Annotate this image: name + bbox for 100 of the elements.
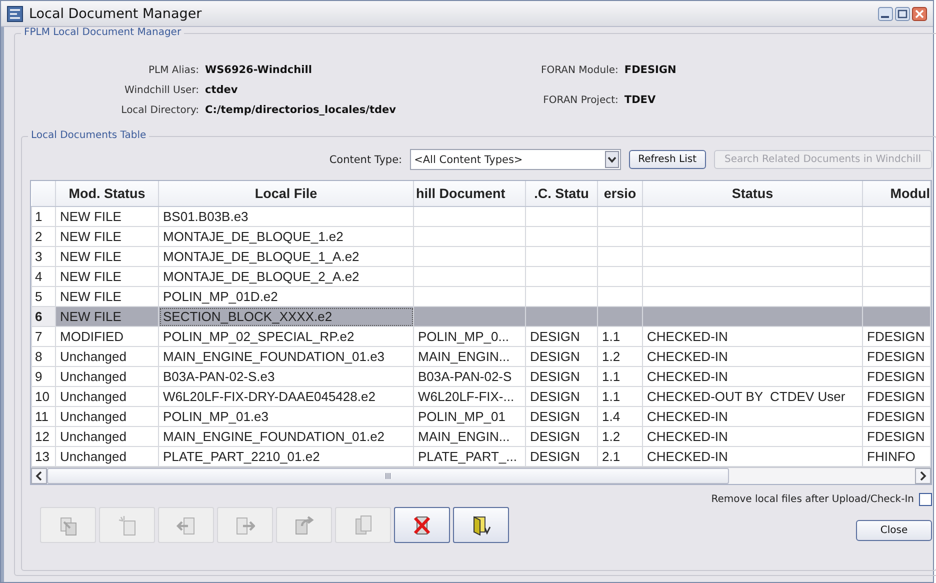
- row-number: 4: [32, 266, 56, 286]
- open-door-icon: [471, 514, 491, 536]
- content-type-dropdown[interactable]: <All Content Types>: [410, 149, 622, 170]
- table-cell: NEW FILE: [56, 266, 158, 286]
- table-cell: BS01.B03B.e3: [158, 206, 414, 226]
- table-cell: NEW FILE: [56, 206, 158, 226]
- column-header[interactable]: ersio: [598, 181, 642, 206]
- field-label: Local Directory:: [120, 105, 199, 116]
- column-header[interactable]: hill Document: [414, 181, 526, 206]
- field-value: C:/temp/directorios_locales/tdev: [205, 104, 397, 116]
- horizontal-scrollbar[interactable]: [31, 467, 931, 484]
- row-number: 10: [32, 386, 56, 406]
- table-cell: Unchanged: [56, 346, 158, 366]
- scroll-right-icon[interactable]: [915, 468, 931, 484]
- table-cell: 1.1: [598, 326, 642, 346]
- checkbox-label: Remove local files after Upload/Check-In: [711, 494, 914, 505]
- row-number: 11: [32, 406, 56, 426]
- table-cell: 1.4: [598, 406, 642, 426]
- table-cell: NEW FILE: [56, 246, 158, 266]
- table-cell: MAIN_ENGIN...: [414, 346, 526, 366]
- table-cell: MONTAJE_DE_BLOQUE_2_A.e2: [158, 266, 414, 286]
- column-header[interactable]: Mod. Status: [56, 181, 158, 206]
- checkbox[interactable]: [919, 493, 932, 506]
- row-number: 12: [32, 426, 56, 446]
- table-cell: DESIGN: [526, 426, 598, 446]
- column-header[interactable]: .C. Statu: [526, 181, 598, 206]
- upload-file-icon: [294, 514, 314, 536]
- field-value: WS6926-Windchill: [205, 64, 313, 76]
- row-number: 3: [32, 246, 56, 266]
- table-cell: POLIN_MP_0...: [414, 326, 526, 346]
- table-cell: CHECKED-IN: [642, 406, 862, 426]
- table-cell: Unchanged: [56, 366, 158, 386]
- table-cell: MONTAJE_DE_BLOQUE_1_A.e2: [158, 246, 414, 266]
- table-cell: CHECKED-OUT BY CTDEV User: [642, 386, 862, 406]
- row-number: 5: [32, 286, 56, 306]
- table-cell: B03A-PAN-02-S: [414, 366, 526, 386]
- row-number: 6: [32, 306, 56, 326]
- row-number: 13: [32, 446, 56, 466]
- table-cell: MAIN_ENGINE_FOUNDATION_01.e3: [158, 346, 414, 366]
- table-cell: CHECKED-IN: [642, 426, 862, 446]
- table-cell: Unchanged: [56, 406, 158, 426]
- row-number: 7: [32, 326, 56, 346]
- maximize-icon[interactable]: [895, 6, 910, 20]
- table-cell: POLIN_MP_01.e3: [158, 406, 414, 426]
- table-cell: Unchanged: [56, 426, 158, 446]
- table-cell: FDESIGN: [862, 346, 930, 366]
- close-button[interactable]: Close: [856, 520, 932, 541]
- table-cell: 1.2: [598, 426, 642, 446]
- toolbar-button[interactable]: [453, 507, 509, 543]
- table-cell: B03A-PAN-02-S.e3: [158, 366, 414, 386]
- row-number: 1: [32, 206, 56, 226]
- table-cell: 1.1: [598, 386, 642, 406]
- scroll-left-icon[interactable]: [31, 468, 47, 484]
- table-cell: MONTAJE_DE_BLOQUE_1.e2: [158, 226, 414, 246]
- group-title: Local Documents Table: [28, 130, 150, 141]
- import-file-icon: [176, 514, 196, 536]
- row-number: 9: [32, 366, 56, 386]
- table-cell: FDESIGN: [862, 406, 930, 426]
- table-cell: DESIGN: [526, 346, 598, 366]
- table-cell: FDESIGN: [862, 366, 930, 386]
- field-label: Windchill User:: [124, 85, 199, 96]
- table-cell: DESIGN: [526, 386, 598, 406]
- field-label: FORAN Project:: [542, 95, 618, 106]
- minimize-icon[interactable]: [878, 6, 893, 20]
- close-icon[interactable]: [912, 6, 927, 20]
- table-cell: 1.1: [598, 366, 642, 386]
- field-label: PLM Alias:: [147, 65, 199, 76]
- content-type-label: Content Type:: [329, 154, 402, 166]
- table-cell: Unchanged: [56, 386, 158, 406]
- table-cell: DESIGN: [526, 326, 598, 346]
- table-cell: CHECKED-IN: [642, 346, 862, 366]
- refresh-button[interactable]: Refresh List: [629, 150, 706, 169]
- table-cell: FDESIGN: [862, 386, 930, 406]
- export-file-icon: [235, 514, 255, 536]
- field-value: FDESIGN: [624, 64, 676, 76]
- table-cell: NEW FILE: [56, 306, 158, 326]
- table-cell: POLIN_MP_02_SPECIAL_RP.e2: [158, 326, 414, 346]
- column-header[interactable]: Modul: [862, 181, 930, 206]
- group-title: FPLM Local Document Manager: [21, 27, 184, 38]
- table-cell: SECTION_BLOCK_XXXX.e2: [158, 306, 414, 326]
- table-cell: W6L20LF-FIX-...: [414, 386, 526, 406]
- new-file-icon: [117, 514, 137, 536]
- table-cell: DESIGN: [526, 366, 598, 386]
- copy-file-icon: [58, 514, 78, 536]
- table-cell: FDESIGN: [862, 326, 930, 346]
- column-header[interactable]: Local File: [158, 181, 414, 206]
- window-title: Local Document Manager: [29, 6, 203, 22]
- table-cell: POLIN_MP_01: [414, 406, 526, 426]
- table-cell: FDESIGN: [862, 426, 930, 446]
- column-header[interactable]: Status: [642, 181, 862, 206]
- table-cell: W6L20LF-FIX-DRY-DAAE045428.e2: [158, 386, 414, 406]
- app-icon: [7, 6, 23, 22]
- field-value: TDEV: [624, 94, 657, 106]
- table-cell: NEW FILE: [56, 226, 158, 246]
- row-number: 2: [32, 226, 56, 246]
- delete-file-icon: [412, 514, 432, 536]
- table-cell: MAIN_ENGINE_FOUNDATION_01.e2: [158, 426, 414, 446]
- scroll-thumb[interactable]: [47, 468, 729, 484]
- table-cell: MAIN_ENGIN...: [414, 426, 526, 446]
- table-cell: CHECKED-IN: [642, 366, 862, 386]
